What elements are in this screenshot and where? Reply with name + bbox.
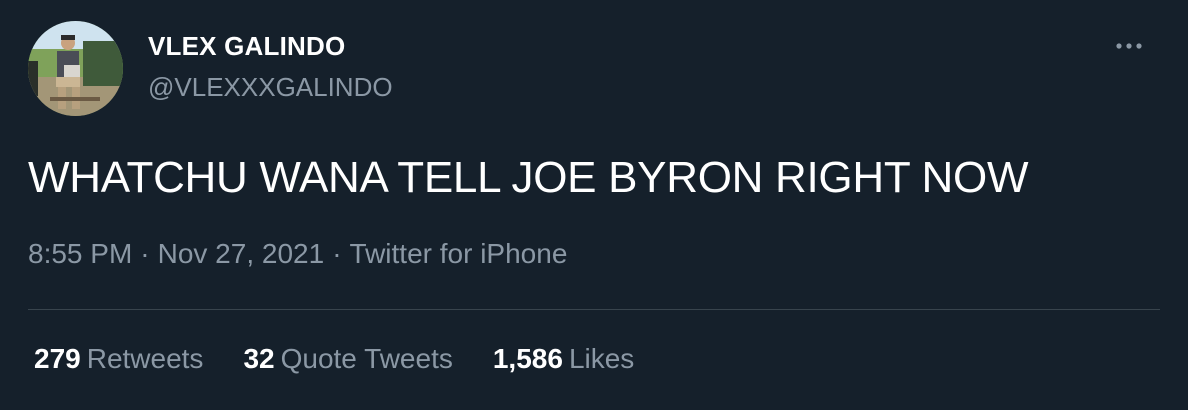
likes-count: 1,586	[492, 343, 563, 374]
tweet-meta: 8:55 PM · Nov 27, 2021 · Twitter for iPhone	[28, 238, 567, 270]
meta-separator: ·	[332, 238, 342, 269]
meta-separator: ·	[140, 238, 150, 269]
tweet-stats: 279 Retweets 32 Quote Tweets 1,586 Likes	[34, 343, 634, 375]
retweets-count: 279	[34, 343, 81, 374]
divider	[28, 309, 1160, 310]
tweet-card: VLEX GALINDO @VLEXXXGALINDO WHATCHU WANA…	[0, 0, 1188, 410]
likes-stat[interactable]: 1,586 Likes	[493, 343, 634, 375]
avatar[interactable]	[28, 21, 123, 116]
quote-tweets-count: 32	[243, 343, 275, 374]
tweet-date[interactable]: Nov 27, 2021	[158, 238, 325, 269]
tweet-text: WHATCHU WANA TELL JOE BYRON RIGHT NOW	[28, 153, 1029, 202]
retweets-label: Retweets	[86, 343, 204, 374]
tweet-time[interactable]: 8:55 PM	[28, 238, 132, 269]
tweet-source[interactable]: Twitter for iPhone	[350, 238, 568, 269]
user-handle[interactable]: @VLEXXXGALINDO	[148, 72, 393, 103]
display-name[interactable]: VLEX GALINDO	[148, 31, 345, 62]
quote-tweets-label: Quote Tweets	[280, 343, 453, 374]
more-options-button[interactable]	[1112, 30, 1152, 62]
more-horizontal-icon	[1116, 43, 1142, 49]
retweets-stat[interactable]: 279 Retweets	[34, 343, 203, 375]
profile-photo-icon	[28, 21, 123, 116]
quote-tweets-stat[interactable]: 32 Quote Tweets	[243, 343, 452, 375]
likes-label: Likes	[568, 343, 635, 374]
